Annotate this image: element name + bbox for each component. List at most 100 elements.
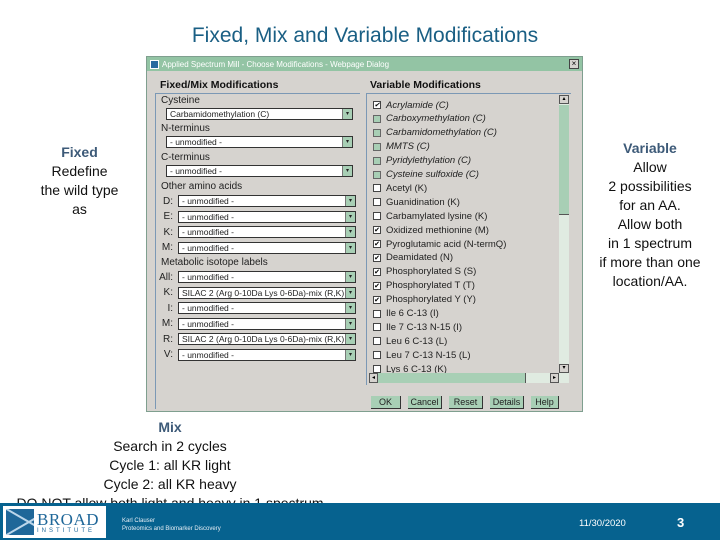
variable-mod-item[interactable]: Leu 7 C-13 N-15 (L) [373,348,470,362]
modification-select[interactable]: - unmodified - ▾ [178,226,356,238]
logo-main-text: BROAD [37,509,100,529]
mix-annotation: Mix Search in 2 cycles Cycle 1: all KR l… [0,418,340,513]
close-icon[interactable]: × [569,59,579,69]
scroll-right-icon[interactable]: ▸ [550,373,559,383]
variable-mod-item[interactable]: Carbamidomethylation (C) [373,126,497,140]
modification-select[interactable]: - unmodified - ▾ [178,195,356,207]
variable-mod-item[interactable]: ✔ Pyroglutamic acid (N-termQ) [373,237,506,251]
modification-select[interactable]: - unmodified - ▾ [178,348,356,361]
variable-mod-item[interactable]: Guanidination (K) [373,195,460,209]
checkbox[interactable]: ✔ [373,240,381,248]
checkbox[interactable]: ✔ [373,226,381,235]
modification-select[interactable]: - unmodified - ▾ [178,241,356,254]
scroll-up-icon[interactable]: ▴ [559,95,569,104]
checkbox[interactable] [373,170,381,179]
checkbox[interactable] [373,309,381,318]
variable-mod-item[interactable]: ✔ Phosphorylated Y (Y) [373,293,476,307]
chevron-down-icon[interactable]: ▾ [345,334,355,344]
checkbox[interactable] [373,337,381,346]
variable-mod-label: Pyridylethylation (C) [386,155,471,167]
scroll-left-icon[interactable]: ◂ [369,373,378,383]
checkbox[interactable] [373,365,381,374]
chevron-down-icon[interactable]: ▾ [345,196,355,206]
variable-mod-item[interactable]: Cysteine sulfoxide (C) [373,168,479,182]
chevron-down-icon[interactable]: ▾ [345,349,355,360]
fixed-mix-title: Fixed/Mix Modifications [160,79,279,91]
n-terminus-select[interactable]: - unmodified - ▾ [166,136,353,148]
chevron-down-icon[interactable]: ▾ [345,272,355,282]
variable-mod-item[interactable]: Ile 7 C-13 N-15 (I) [373,320,462,334]
variable-mod-item[interactable]: Carboxymethylation (C) [373,112,486,126]
amino-acid-label: D: [163,195,173,207]
variable-annotation-heading: Variable [623,140,677,156]
amino-acid-row: M: - unmodified - ▾ [159,241,357,254]
variable-mod-item[interactable]: Leu 6 C-13 (L) [373,334,447,348]
variable-mod-item[interactable]: Carbamylated lysine (K) [373,209,487,223]
modification-select[interactable]: SILAC 2 (Arg 0-10Da Lys 0-6Da)-mix (R,K)… [178,286,356,299]
variable-mod-label: Guanidination (K) [386,196,460,208]
fixed-annotation-heading: Fixed [61,144,98,160]
reset-button[interactable]: Reset [449,396,483,409]
checkbox[interactable] [373,351,381,360]
checkbox[interactable] [373,184,381,193]
checkbox[interactable]: ✔ [373,281,381,290]
chevron-down-icon[interactable]: ▾ [342,166,352,176]
amino-acid-label: E: [163,211,173,222]
variable-mod-item[interactable]: ✔ Acrylamide (C) [373,98,449,112]
variable-mod-label: Phosphorylated T (T) [386,280,475,292]
checkbox[interactable] [373,128,381,137]
variable-mod-item[interactable]: MMTS (C) [373,140,430,154]
chevron-down-icon[interactable]: ▾ [345,242,355,253]
checkbox[interactable] [373,323,381,332]
mix-annotation-line: Search in 2 cycles [113,438,227,454]
variable-mod-item[interactable]: Pyridylethylation (C) [373,154,471,168]
variable-mod-item[interactable]: Ile 6 C-13 (I) [373,307,439,321]
checkbox[interactable] [373,142,381,151]
select-value: - unmodified - [182,211,234,222]
variable-mod-label: MMTS (C) [386,141,430,153]
cancel-button[interactable]: Cancel [408,396,442,409]
checkbox[interactable] [373,114,381,123]
modification-select[interactable]: SILAC 2 (Arg 0-10Da Lys 0-6Da)-mix (R,K)… [178,333,356,345]
horizontal-scrollbar[interactable]: ◂ ▸ [369,373,569,383]
c-terminus-select[interactable]: - unmodified - ▾ [166,165,353,177]
ok-button[interactable]: OK [371,396,401,409]
variable-mod-item[interactable]: ✔ Phosphorylated S (S) [373,265,476,279]
chevron-down-icon[interactable]: ▾ [345,318,355,329]
modification-select[interactable]: - unmodified - ▾ [178,302,356,314]
vertical-scrollbar[interactable]: ▴ ▾ [559,95,569,373]
amino-acid-label: R: [163,333,173,345]
page-number: 3 [677,515,685,530]
details-button[interactable]: Details [490,396,524,409]
checkbox[interactable] [373,156,381,165]
checkbox[interactable]: ✔ [373,267,381,276]
scrollbar-thumb[interactable] [378,373,526,383]
variable-mod-label: Acetyl (K) [386,182,428,194]
modification-select[interactable]: - unmodified - ▾ [178,210,356,223]
checkbox[interactable]: ✔ [373,253,381,262]
chevron-down-icon[interactable]: ▾ [345,211,355,222]
chevron-down-icon[interactable]: ▾ [342,109,352,119]
variable-annotation-line: in 1 spectrum [607,235,693,251]
chevron-down-icon[interactable]: ▾ [345,287,355,298]
select-value: - unmodified - [182,318,234,329]
chevron-down-icon[interactable]: ▾ [345,227,355,237]
chevron-down-icon[interactable]: ▾ [342,137,352,147]
scrollbar-thumb[interactable] [559,105,569,215]
cysteine-select[interactable]: Carbamidomethylation (C) ▾ [166,108,353,120]
modification-select[interactable]: - unmodified - ▾ [178,271,356,283]
checkbox[interactable] [373,198,381,207]
variable-mod-item[interactable]: ✔ Deamidated (N) [373,251,453,265]
variable-mod-item[interactable]: Acetyl (K) [373,181,427,195]
checkbox[interactable]: ✔ [373,295,381,304]
help-button[interactable]: Help [531,396,559,409]
checkbox[interactable]: ✔ [373,101,381,109]
variable-mod-item[interactable]: ✔ Phosphorylated T (T) [373,279,475,293]
select-value: - unmodified - [182,242,234,253]
modification-select[interactable]: - unmodified - ▾ [178,317,356,330]
checkbox[interactable] [373,212,381,221]
amino-acid-row: All: - unmodified - ▾ [159,271,357,283]
chevron-down-icon[interactable]: ▾ [345,303,355,313]
scroll-down-icon[interactable]: ▾ [559,364,569,373]
variable-mod-item[interactable]: ✔ Oxidized methionine (M) [373,223,489,237]
